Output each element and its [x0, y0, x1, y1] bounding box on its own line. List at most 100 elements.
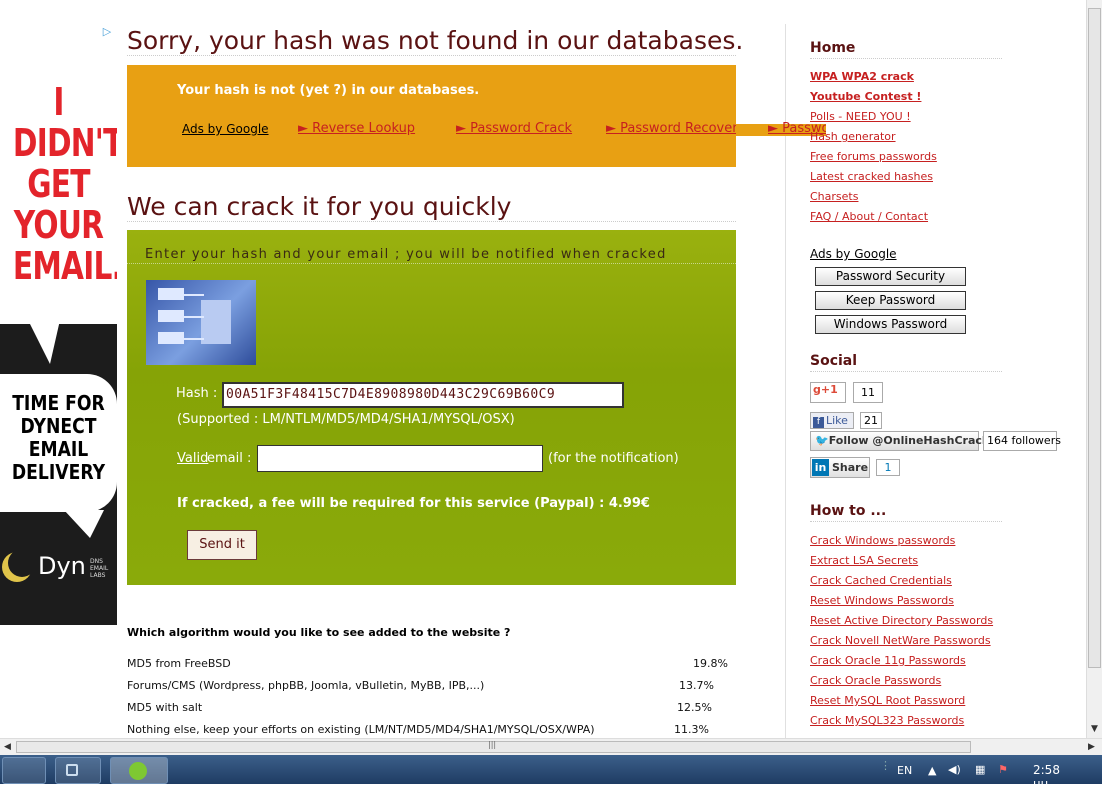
link-polls[interactable]: Polls - NEED YOU !	[810, 110, 911, 123]
ad-brand-sub: DNS EMAIL LABS	[90, 558, 109, 579]
language-indicator[interactable]: EN	[897, 764, 912, 777]
link-youtube-contest[interactable]: Youtube Contest !	[810, 90, 921, 103]
gplus-button[interactable]: g+1	[810, 382, 846, 403]
valid-label: Valid	[177, 451, 209, 466]
show-hidden-icons-icon[interactable]: ▲	[928, 764, 936, 777]
gplus-count: 11	[853, 382, 883, 403]
gplus-icon: g	[813, 383, 821, 396]
not-yet-text: Your hash is not (yet ?) in our database…	[177, 83, 480, 98]
vertical-scroll-thumb[interactable]	[1088, 8, 1101, 668]
send-button[interactable]: Send it	[187, 530, 257, 560]
hash-input[interactable]: 00A51F3F48415C7D4E8908980D443C29C69B60C9	[222, 382, 624, 408]
ad-link-password-crack[interactable]: ► Password Crack	[456, 121, 572, 136]
browser-icon[interactable]	[55, 757, 101, 784]
ad-bubble-tail-2	[64, 510, 104, 538]
scroll-left-arrow-icon[interactable]: ◀	[4, 742, 11, 752]
ads-by-google-link[interactable]: Ads by Google	[182, 122, 269, 136]
crack-title: We can crack it for you quickly	[127, 192, 736, 222]
poll-row[interactable]: MD5 with salt 12.5%	[127, 701, 729, 714]
howto-link[interactable]: Crack Oracle 11g Passwords	[810, 654, 966, 667]
ad-button-windows-password[interactable]: Windows Password	[815, 315, 966, 334]
poll-question: Which algorithm would you like to see ad…	[127, 626, 511, 639]
link-charsets[interactable]: Charsets	[810, 190, 858, 203]
howto-heading: How to ...	[810, 503, 887, 519]
fb-like-count: 21	[860, 412, 882, 429]
explorer-icon[interactable]	[2, 757, 46, 784]
link-hash-generator[interactable]: Hash generator	[810, 130, 896, 143]
howto-link[interactable]: Reset MySQL Root Password	[810, 694, 965, 707]
divider	[810, 521, 1002, 522]
poll-option-label: Forums/CMS (Wordpress, phpBB, Joomla, vB…	[127, 679, 485, 692]
network-icon[interactable]: ▦	[975, 763, 985, 776]
howto-link[interactable]: Reset Windows Passwords	[810, 594, 954, 607]
poll-option-label: MD5 from FreeBSD	[127, 657, 231, 670]
twitter-follow-button[interactable]: 🐦Follow @OnlineHashCrack	[810, 431, 989, 451]
dyn-ad-banner[interactable]: I DIDN'T GET YOUR EMAIL. TIME FOR DYNECT…	[0, 24, 117, 625]
gplus-label: +1	[820, 383, 838, 396]
divider	[810, 371, 1002, 372]
twitter-follow-label: Follow @OnlineHashCrack	[828, 434, 990, 447]
poll-option-pct: 12.5%	[677, 701, 712, 714]
browser-viewport: I DIDN'T GET YOUR EMAIL. TIME FOR DYNECT…	[0, 0, 1086, 738]
enter-instructions: Enter your hash and your email ; you wil…	[145, 247, 667, 262]
flag-icon[interactable]: ⚑	[998, 763, 1008, 776]
poll-option-label: Nothing else, keep your efforts on exist…	[127, 723, 595, 736]
ad-brand: Dyn	[38, 552, 86, 580]
scroll-down-arrow-icon[interactable]: ▼	[1091, 724, 1098, 734]
howto-link[interactable]: Crack MySQL323 Passwords	[810, 714, 964, 727]
volume-icon[interactable]: ◀)	[948, 763, 961, 776]
facebook-icon: f	[813, 417, 824, 428]
home-heading: Home	[810, 40, 856, 56]
ad-link-reverse-lookup[interactable]: ► Reverse Lookup	[298, 121, 415, 136]
ad-headline: I DIDN'T GET YOUR EMAIL.	[12, 80, 117, 288]
howto-link[interactable]: Crack Windows passwords	[810, 534, 955, 547]
start-icon[interactable]	[110, 757, 168, 784]
link-faq[interactable]: FAQ / About / Contact	[810, 210, 928, 223]
ad-button-password-security[interactable]: Password Security	[815, 267, 966, 286]
ad-link-password-recovery[interactable]: ► Password Recovery	[606, 121, 745, 136]
fee-text: If cracked, a fee will be required for t…	[177, 496, 650, 511]
link-latest-cracked[interactable]: Latest cracked hashes	[810, 170, 933, 183]
poll-option-pct: 13.7%	[679, 679, 714, 692]
dyn-logo-icon	[2, 549, 36, 582]
link-wpa-crack[interactable]: WPA WPA2 crack	[810, 70, 914, 83]
ad-bubble-tail	[28, 320, 60, 364]
poll-row[interactable]: Forums/CMS (Wordpress, phpBB, Joomla, vB…	[127, 679, 729, 692]
crack-form: Enter your hash and your email ; you wil…	[127, 230, 736, 585]
howto-link[interactable]: Crack Oracle Passwords	[810, 674, 941, 687]
howto-link[interactable]: Reset Active Directory Passwords	[810, 614, 993, 627]
poll-option-pct: 19.8%	[693, 657, 728, 670]
adchoices-icon[interactable]: ▷	[99, 25, 115, 39]
twitter-followers-count: 164 followers	[983, 431, 1061, 451]
poll-row[interactable]: Nothing else, keep your efforts on exist…	[127, 723, 729, 736]
divider	[810, 58, 1002, 59]
not-found-box: Your hash is not (yet ?) in our database…	[127, 65, 745, 167]
scroll-right-arrow-icon[interactable]: ▶	[1088, 742, 1095, 752]
twitter-icon: 🐦	[815, 434, 829, 447]
divider	[127, 263, 736, 264]
clock[interactable]: 2:58 μμ	[1033, 763, 1060, 791]
windows-taskbar: ⋮ EN ▲ ◀) ▦ ⚑ 2:58 μμ	[0, 755, 1102, 791]
sidebar-ads-by-google[interactable]: Ads by Google	[810, 247, 897, 261]
social-heading: Social	[810, 353, 858, 369]
horizontal-scrollbar[interactable]: ◀ ||| ▶	[0, 738, 1102, 755]
poll-row[interactable]: MD5 from FreeBSD 19.8%	[127, 657, 729, 670]
ad-tagline: TIME FOR DYNECT EMAIL DELIVERY	[11, 391, 106, 484]
fb-like-button[interactable]: f Like	[810, 412, 854, 429]
ad-button-keep-password[interactable]: Keep Password	[815, 291, 966, 310]
howto-link[interactable]: Crack Cached Credentials	[810, 574, 952, 587]
email-label: email :	[207, 451, 252, 466]
tray-grip: ⋮	[880, 759, 891, 772]
fb-like-label: Like	[826, 414, 848, 427]
poll-option-label: MD5 with salt	[127, 701, 203, 714]
linkedin-share-button[interactable]: in Share	[810, 457, 870, 478]
scroll-grip-icon: |||	[488, 740, 497, 749]
howto-link[interactable]: Extract LSA Secrets	[810, 554, 918, 567]
vertical-scrollbar[interactable]: ▼	[1086, 0, 1102, 738]
link-free-forums[interactable]: Free forums passwords	[810, 150, 937, 163]
howto-link[interactable]: Crack Novell NetWare Passwords	[810, 634, 991, 647]
linkedin-share-label: Share	[832, 461, 869, 474]
poll-section: Which algorithm would you like to see ad…	[127, 626, 737, 736]
email-input[interactable]	[257, 445, 543, 472]
poll-option-pct: 11.3%	[674, 723, 709, 736]
